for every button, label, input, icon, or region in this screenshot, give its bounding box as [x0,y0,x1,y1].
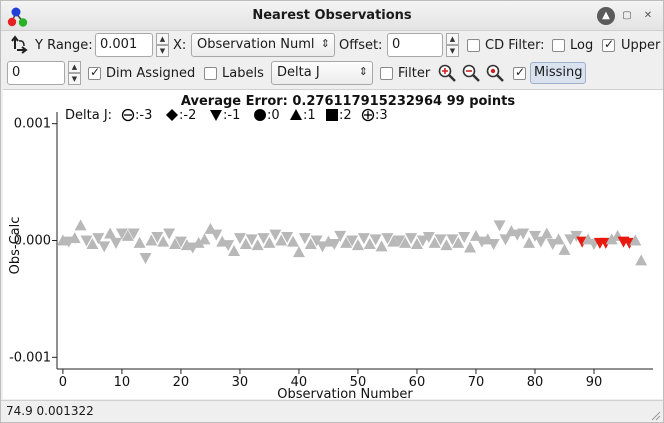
log-checkbox[interactable] [552,39,565,52]
cursor-coordinates: 74.9 0.001322 [6,404,94,418]
toolbar-row-2: 0 ▲▼ Dim Assigned Labels Delta J ⇕ Filte… [1,59,663,87]
dim-assigned-checkbox[interactable] [88,65,101,80]
offset-label: Offset: [339,38,383,53]
labels-checkbox[interactable] [204,67,217,80]
data-point[interactable] [74,219,87,231]
data-point[interactable] [558,243,571,255]
labels-label: Labels [222,66,264,81]
x-tick-label: 80 [527,375,544,390]
x-tick-label: 30 [232,375,249,390]
chevron-updown-icon: ⇕ [320,37,330,50]
zoom-out-icon[interactable] [461,63,481,83]
chevron-updown-icon: ⇕ [358,65,368,78]
filter-checkbox[interactable] [380,67,393,80]
close-icon[interactable]: ✕ [639,7,657,25]
x-tick-label: 90 [586,375,603,390]
chart-title: Average Error: 0.276117915232964 99 poin… [181,94,515,109]
legend-item: :1 [290,108,316,123]
point-index-input[interactable]: 0 [7,61,65,85]
legend-item: :-2 [166,108,196,123]
x-tick-label: 0 [59,375,67,390]
legend-marker-triangle-up [290,109,302,120]
point-index-stepper[interactable]: ▲ ▼ [68,61,81,85]
title-bar[interactable]: Nearest Observations ▲ ▢ ✕ [1,1,663,31]
log-label: Log [570,38,594,53]
help-icon[interactable]: ▲ [597,7,615,25]
color-by-select[interactable]: Delta J ⇕ [271,61,373,85]
upper-label: Upper [621,38,661,53]
x-axis-select-value: Observation Numl [197,37,315,52]
data-point[interactable] [98,241,111,253]
upper-checkbox[interactable] [602,37,615,52]
data-point[interactable] [198,233,211,245]
maximize-icon[interactable]: ▢ [618,7,636,25]
y-range-label: Y Range: [35,38,93,53]
data-point[interactable] [163,228,176,240]
zoom-in-icon[interactable] [437,63,457,83]
window-title: Nearest Observations [252,8,412,23]
cd-filter-label: CD Filter: [485,38,545,53]
missing-button[interactable]: Missing [530,62,587,84]
nearest-observations-window: Nearest Observations ▲ ▢ ✕ Y Range: 0.00… [0,0,664,423]
offset-stepper[interactable]: ▲ ▼ [446,33,459,57]
x-axis-select[interactable]: Observation Numl ⇕ [191,33,335,57]
cd-filter-checkbox[interactable] [467,39,480,52]
zoom-fit-icon[interactable] [485,63,505,83]
legend-marker-circle [254,109,266,121]
missing-checkbox[interactable] [513,65,526,80]
residual-chart[interactable]: Average Error: 0.276117915232964 99 poin… [3,90,663,402]
x-axis-title: Observation Number [277,387,413,400]
x-label: X: [173,38,187,53]
legend-label: :2 [339,108,352,123]
status-bar: 74.9 0.001322 [1,400,663,422]
legend-marker-triangle-down [210,110,222,121]
legend-marker-diamond [166,109,178,121]
dim-assigned-label: Dim Assigned [106,66,196,81]
legend-label: :-1 [223,108,240,123]
x-tick-label: 20 [173,375,190,390]
legend-label: :-3 [135,108,152,123]
legend-item: :0 [254,108,280,123]
y-tick-label: -0.001 [9,350,51,365]
data-point[interactable] [104,227,117,239]
data-point[interactable] [552,233,565,245]
legend-label: :-2 [179,108,196,123]
data-point[interactable] [110,237,123,249]
swap-axes-icon[interactable] [9,35,29,55]
y-tick-label: 0.001 [14,117,51,132]
legend-item: :-1 [210,108,240,123]
legend-label: :0 [267,108,280,123]
y-range-stepper[interactable]: ▲ ▼ [156,33,169,57]
legend-marker-square [326,109,338,121]
data-point[interactable] [540,227,553,239]
toolbar-row-1: Y Range: 0.001 ▲ ▼ X: Observation Numl ⇕ … [1,31,663,59]
filter-label: Filter [398,66,431,81]
legend-label: :1 [303,108,316,123]
legend-label: :3 [375,108,388,123]
y-axis-title: Obs-Calc [8,217,23,275]
legend-item: :2 [326,108,352,123]
data-point[interactable] [493,220,506,232]
x-tick-label: 70 [468,375,485,390]
data-point[interactable] [635,254,648,266]
offset-input[interactable]: 0 [387,33,443,57]
data-point[interactable] [139,253,152,265]
resize-grip-icon[interactable] [649,409,661,421]
data-point[interactable] [487,239,500,251]
data-point[interactable] [292,246,305,258]
color-by-select-value: Delta J [277,65,320,80]
data-point[interactable] [464,241,477,253]
data-point[interactable] [133,236,146,248]
legend-title: Delta J: [65,108,112,123]
plot-area[interactable]: Average Error: 0.276117915232964 99 poin… [3,89,663,402]
legend-item: :3 [361,108,388,123]
y-range-input[interactable]: 0.001 [95,33,153,57]
legend-item: :-3 [121,108,152,123]
x-tick-label: 10 [114,375,131,390]
